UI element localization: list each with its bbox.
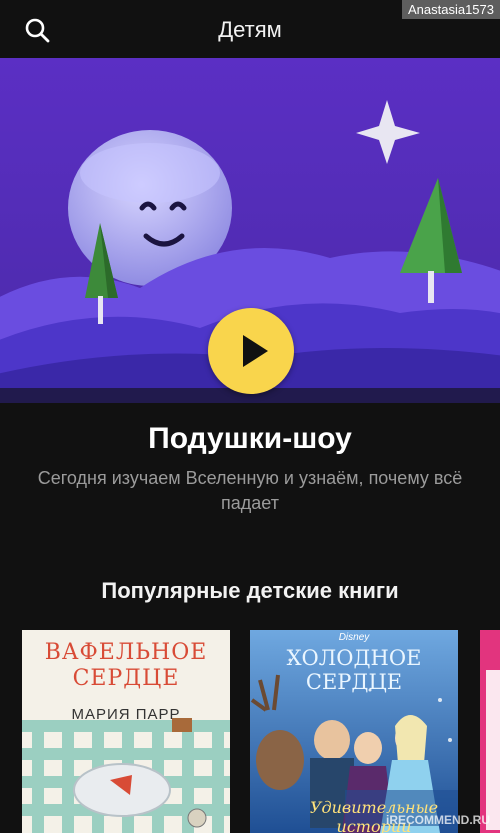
page-title: Детям bbox=[218, 17, 282, 42]
book-brand: Disney bbox=[338, 632, 370, 643]
play-icon bbox=[243, 335, 268, 367]
book-title: ХОЛОДНОЕ СЕРДЦЕ bbox=[286, 646, 422, 694]
section-title: Популярные детские книги bbox=[101, 578, 399, 603]
book-card[interactable]: ВАФЕЛЬНОЕ СЕРДЦЕ МАРИЯ ПАРР bbox=[22, 630, 230, 833]
book-card[interactable] bbox=[480, 630, 500, 833]
watermark: Anastasia1573 bbox=[401, 0, 500, 19]
show-description: Сегодня изучаем Вселенную и узнаём, поче… bbox=[37, 468, 463, 513]
book-card[interactable]: Disney ХОЛОДНОЕ СЕРДЦЕ Удивительные исто… bbox=[250, 630, 458, 833]
watermark: iRECOMMEND.RU bbox=[386, 813, 490, 827]
book-title: ВАФЕЛЬНОЕ СЕРДЦЕ bbox=[44, 640, 208, 691]
book-cover-art bbox=[480, 630, 500, 833]
show-title: Подушки-шоу bbox=[148, 422, 352, 455]
book-author: МАРИЯ ПАРР bbox=[71, 706, 181, 723]
play-button[interactable] bbox=[208, 308, 294, 394]
